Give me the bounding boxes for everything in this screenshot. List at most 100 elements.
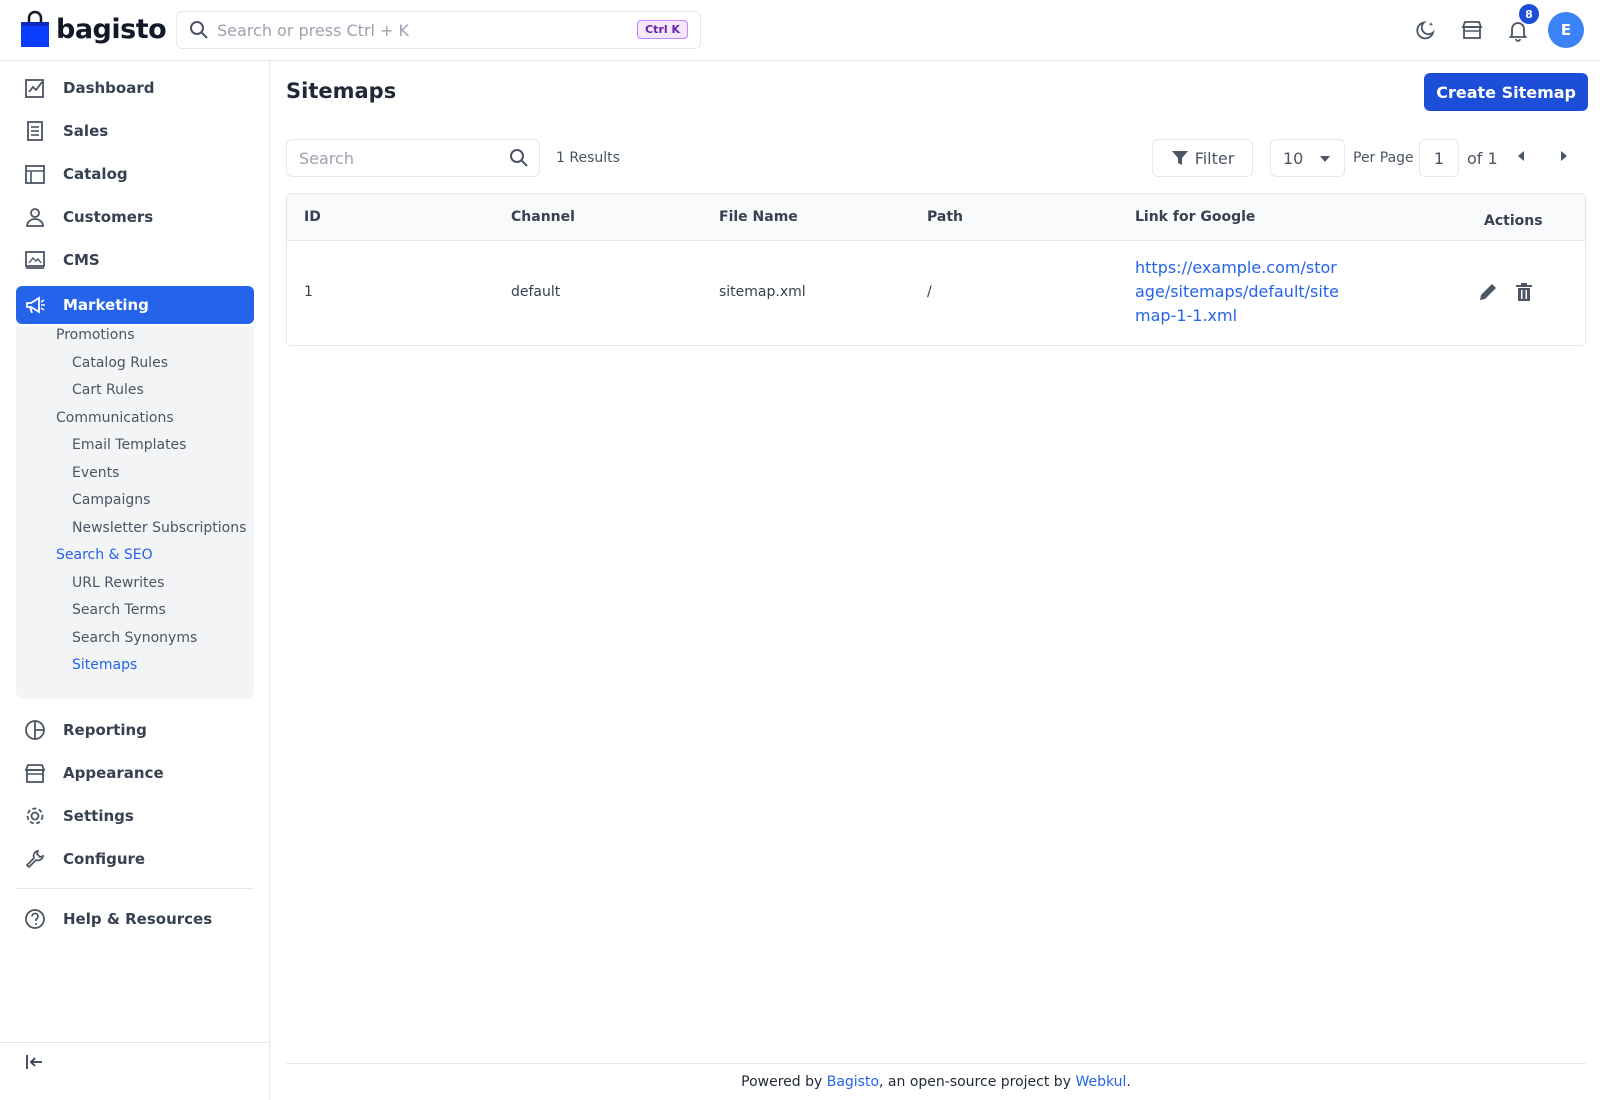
per-page-label: Per Page <box>1353 150 1414 166</box>
sidebar-item-label: Marketing <box>63 296 149 314</box>
submenu-promotions[interactable]: Promotions <box>56 327 135 343</box>
next-page-icon[interactable] <box>1561 151 1567 161</box>
collapse-icon <box>26 1055 42 1069</box>
sidebar-item-sales[interactable]: Sales <box>16 112 254 150</box>
brand-logo[interactable]: bagisto <box>20 10 167 48</box>
sidebar-item-label: Configure <box>63 850 146 868</box>
sidebar-item-label: Reporting <box>63 721 147 739</box>
user-avatar[interactable]: E <box>1548 12 1584 48</box>
sidebar-item-dashboard[interactable]: Dashboard <box>16 69 254 107</box>
sidebar-item-configure[interactable]: Configure <box>16 840 254 878</box>
page-number-input[interactable] <box>1419 139 1459 177</box>
sidebar-item-catalog[interactable]: Catalog <box>16 155 254 193</box>
sidebar-item-settings[interactable]: Settings <box>16 797 254 835</box>
delete-button[interactable] <box>1513 281 1535 307</box>
submenu-email-templates[interactable]: Email Templates <box>72 437 186 453</box>
cell-channel: default <box>511 284 561 300</box>
cell-file-name: sitemap.xml <box>719 284 806 300</box>
dark-mode-toggle[interactable] <box>1408 12 1444 48</box>
help-icon <box>23 907 47 931</box>
gear-icon <box>23 804 47 828</box>
search-icon[interactable] <box>509 148 529 168</box>
cell-id: 1 <box>304 284 313 300</box>
pencil-icon <box>1480 284 1496 300</box>
cell-google-link[interactable]: https://example.com/storage/sitemaps/def… <box>1135 256 1345 328</box>
per-page-select[interactable]: 10 <box>1270 139 1345 177</box>
megaphone-icon <box>23 293 47 317</box>
sidebar-bottom-divider <box>0 1042 270 1043</box>
moon-icon <box>1416 21 1435 40</box>
submenu-newsletter-subscriptions[interactable]: Newsletter Subscriptions <box>72 520 246 536</box>
store-icon <box>1461 21 1483 39</box>
reporting-icon <box>23 718 47 742</box>
sidebar-item-reporting[interactable]: Reporting <box>16 711 254 749</box>
catalog-icon <box>23 162 47 186</box>
global-search-box[interactable]: Ctrl K <box>176 11 701 49</box>
sidebar: Dashboard Sales Catalog Customers CMS Ma… <box>0 61 270 1100</box>
sidebar-item-label: Customers <box>63 208 154 226</box>
trash-icon <box>1516 283 1532 301</box>
sidebar-divider <box>16 888 254 889</box>
sidebar-item-appearance[interactable]: Appearance <box>16 754 254 792</box>
sales-icon <box>23 119 47 143</box>
bag-logo-icon <box>21 10 49 47</box>
column-header-path[interactable]: Path <box>927 209 963 225</box>
sidebar-item-label: Dashboard <box>63 79 155 97</box>
filter-button[interactable]: Filter <box>1152 139 1253 177</box>
sidebar-item-label: Appearance <box>63 764 164 782</box>
submenu-search-seo[interactable]: Search & SEO <box>56 547 153 563</box>
filter-label: Filter <box>1194 148 1235 168</box>
per-page-value: 10 <box>1283 148 1304 168</box>
top-header: bagisto Ctrl K 8 <box>0 0 1600 61</box>
wrench-icon <box>23 847 47 871</box>
sidebar-item-cms[interactable]: CMS <box>16 241 254 279</box>
total-pages-label: of 1 <box>1467 149 1498 168</box>
table-header: ID Channel File Name Path Link for Googl… <box>287 194 1585 241</box>
sidebar-item-label: Settings <box>63 807 134 825</box>
search-icon <box>190 21 208 39</box>
submenu-communications[interactable]: Communications <box>56 410 174 426</box>
column-header-channel[interactable]: Channel <box>511 209 575 225</box>
submenu-search-terms[interactable]: Search Terms <box>72 602 166 618</box>
submenu-url-rewrites[interactable]: URL Rewrites <box>72 575 164 591</box>
column-header-id[interactable]: ID <box>304 209 321 225</box>
previous-page-icon[interactable] <box>1518 151 1524 161</box>
notification-count-badge: 8 <box>1519 4 1539 24</box>
cell-path: / <box>927 284 932 300</box>
footer: Powered by Bagisto, an open-source proje… <box>286 1063 1586 1100</box>
results-count: 1 Results <box>556 150 620 166</box>
sidebar-item-marketing[interactable]: Marketing <box>16 286 254 324</box>
sidebar-item-customers[interactable]: Customers <box>16 198 254 236</box>
notifications-button[interactable]: 8 <box>1500 4 1539 48</box>
customers-icon <box>23 205 47 229</box>
create-sitemap-button[interactable]: Create Sitemap <box>1424 73 1588 111</box>
webkul-link[interactable]: Webkul <box>1075 1074 1126 1090</box>
footer-middle: , an open-source project by <box>879 1074 1076 1090</box>
global-search-input[interactable] <box>217 20 617 40</box>
column-header-link: Link for Google <box>1135 209 1256 225</box>
header-actions: 8 E <box>1398 4 1584 48</box>
bagisto-link[interactable]: Bagisto <box>827 1074 879 1090</box>
datagrid-search-box[interactable] <box>286 139 540 177</box>
column-header-file-name[interactable]: File Name <box>719 209 798 225</box>
sidebar-item-label: Help & Resources <box>63 910 213 928</box>
appearance-icon <box>23 761 47 785</box>
sidebar-item-help[interactable]: Help & Resources <box>16 900 254 938</box>
submenu-cart-rules[interactable]: Cart Rules <box>72 382 144 398</box>
submenu-sitemaps[interactable]: Sitemaps <box>72 657 137 673</box>
marketing-submenu: Promotions Catalog Rules Cart Rules Comm… <box>16 327 254 699</box>
submenu-catalog-rules[interactable]: Catalog Rules <box>72 355 168 371</box>
storefront-link[interactable] <box>1454 12 1490 48</box>
submenu-events[interactable]: Events <box>72 465 119 481</box>
table-row: 1 default sitemap.xml / https://example.… <box>287 241 1585 345</box>
edit-button[interactable] <box>1477 281 1499 307</box>
submenu-search-synonyms[interactable]: Search Synonyms <box>72 630 197 646</box>
filter-icon <box>1171 151 1188 165</box>
submenu-campaigns[interactable]: Campaigns <box>72 492 150 508</box>
sitemaps-table: ID Channel File Name Path Link for Googl… <box>286 193 1586 346</box>
datagrid-search-input[interactable] <box>299 148 499 168</box>
collapse-sidebar-button[interactable] <box>24 1052 44 1076</box>
dashboard-icon <box>23 76 47 100</box>
column-header-actions: Actions <box>1484 213 1543 229</box>
chevron-down-icon <box>1320 156 1330 162</box>
